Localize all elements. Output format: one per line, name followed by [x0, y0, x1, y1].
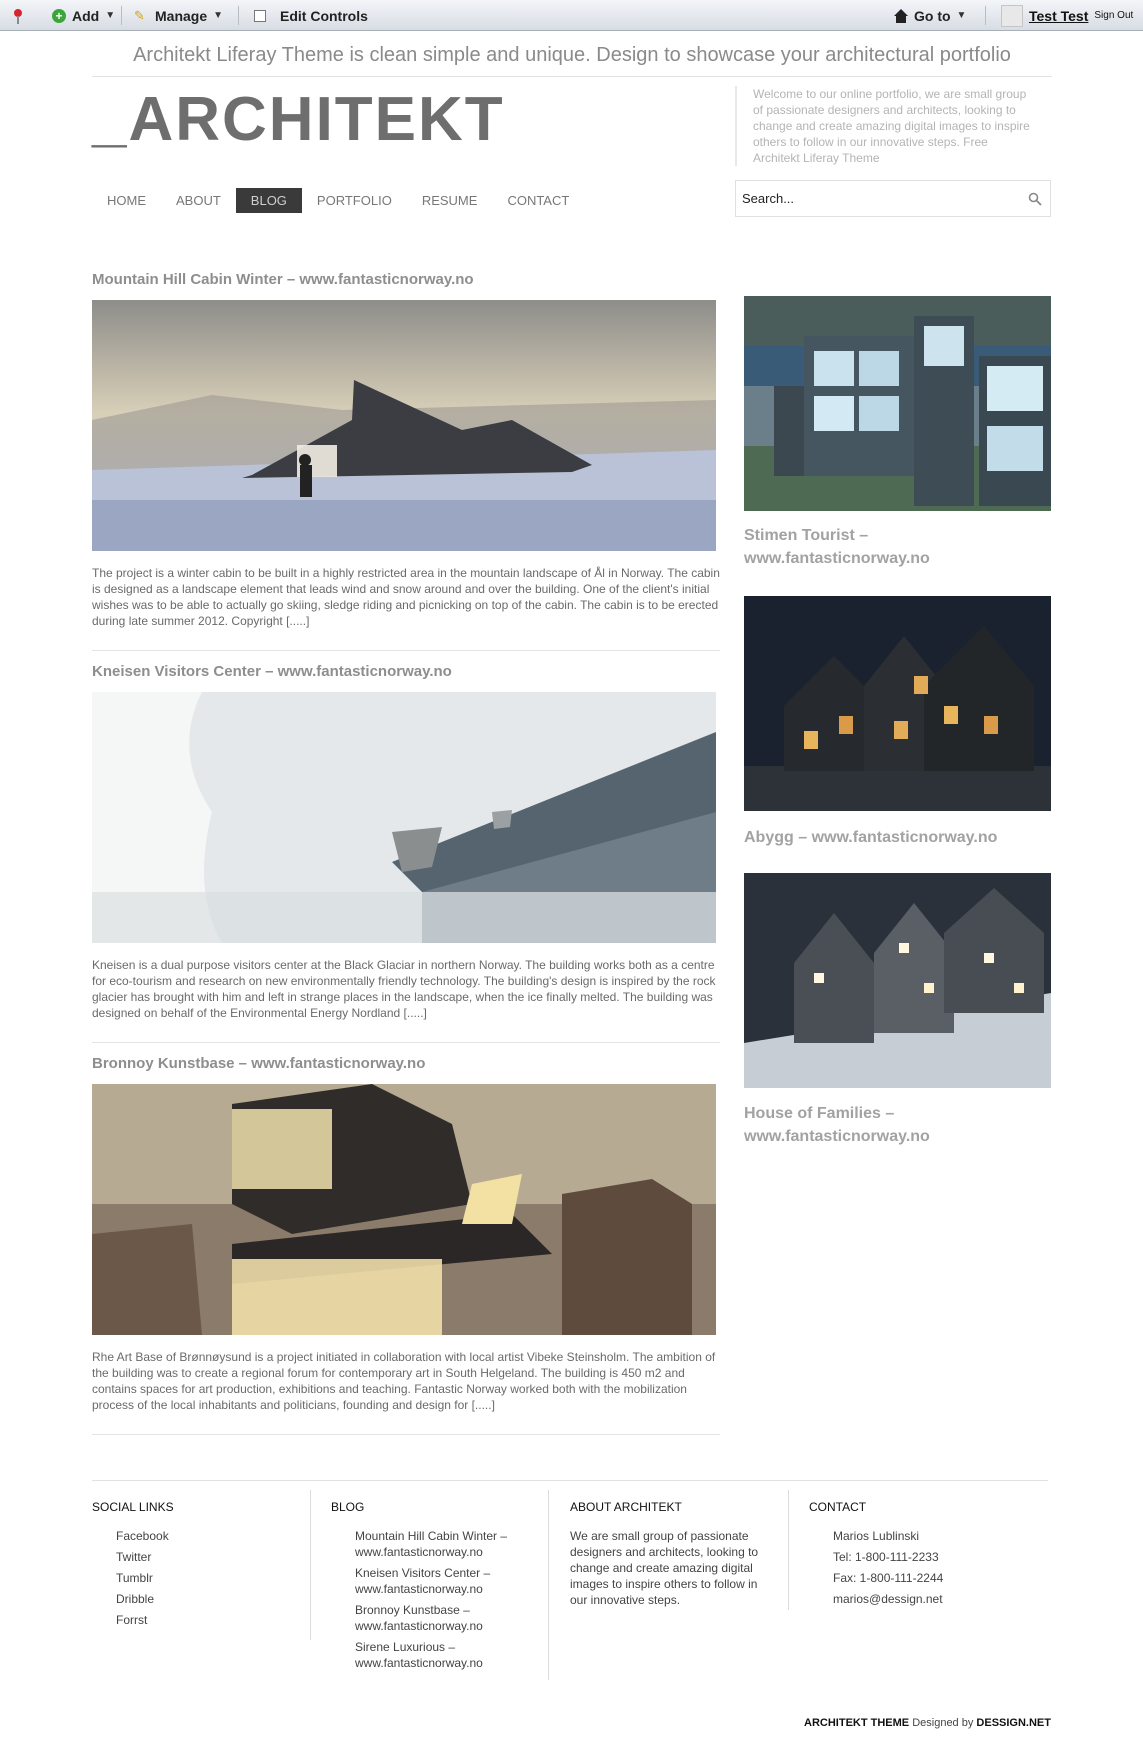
footer-blog-link[interactable]: Mountain Hill Cabin Winter – www.fantast…: [355, 1528, 531, 1560]
manage-label: Manage: [155, 7, 208, 24]
footer-divider: [310, 1490, 311, 1640]
post-title-link[interactable]: Kneisen Visitors Center – www.fantasticn…: [92, 663, 452, 680]
home-icon: [894, 8, 908, 23]
liferay-pin-icon[interactable]: [12, 0, 24, 31]
chevron-down-icon: ▼: [105, 10, 116, 21]
post-image-kneisen[interactable]: [92, 692, 716, 943]
contact-name: Marios Lublinski: [833, 1529, 920, 1543]
post-excerpt: The project is a winter cabin to be buil…: [92, 566, 720, 628]
edit-controls-label: Edit Controls: [280, 7, 368, 24]
sidebar-post-title[interactable]: House of Families – www.fantasticnorway.…: [744, 1102, 1044, 1148]
footer-heading: ABOUT ARCHITEKT: [570, 1500, 682, 1514]
edit-controls-checkbox[interactable]: [254, 9, 266, 22]
footer-rule: [92, 1480, 1048, 1481]
social-link-forrst[interactable]: Forrst: [116, 1612, 302, 1628]
footer-heading: BLOG: [331, 1500, 365, 1514]
search-input[interactable]: [736, 181, 1006, 216]
sidebar-image-abygg[interactable]: [744, 596, 1051, 811]
footer-blog: BLOG Mountain Hill Cabin Winter – www.fa…: [331, 1500, 531, 1676]
post-image-bronnoy[interactable]: [92, 1084, 716, 1335]
chevron-down-icon: ▼: [956, 10, 967, 21]
footer-heading: CONTACT: [809, 1500, 867, 1514]
post-divider: [92, 1434, 720, 1435]
chevron-down-icon: ▼: [213, 10, 224, 21]
nav-item-about[interactable]: ABOUT: [161, 188, 236, 213]
goto-label: Go to: [914, 7, 951, 24]
main-nav: HOME ABOUT BLOG PORTFOLIO RESUME CONTACT: [92, 188, 584, 213]
nav-item-home[interactable]: HOME: [92, 188, 161, 213]
footer-about-text: We are small group of passionate designe…: [570, 1529, 759, 1607]
sidebar-post-title[interactable]: Abygg – www.fantasticnorway.no: [744, 826, 1044, 849]
site-logo[interactable]: _ARCHITEKT: [92, 88, 505, 152]
footer-heading: SOCIAL LINKS: [92, 1500, 174, 1514]
credit-by: Designed by: [912, 1717, 974, 1729]
sidebar-image-house-of-families[interactable]: [744, 873, 1051, 1088]
contact-fax: Fax: 1-800-111-2244: [833, 1571, 944, 1585]
footer-contact: CONTACT Marios Lublinski Tel: 1-800-111-…: [809, 1500, 1029, 1612]
post-divider: [92, 1042, 720, 1043]
add-icon: +: [52, 8, 66, 23]
sidebar-image-stimen[interactable]: [744, 296, 1051, 511]
pencil-icon: ✎: [134, 8, 145, 23]
footer-divider: [548, 1490, 549, 1680]
dockbar: + Add ▼ ✎ Manage ▼ Edit Controls Go to ▼…: [0, 0, 1143, 31]
welcome-text: Welcome to our online portfolio, we are …: [735, 86, 1035, 166]
footer-blog-link[interactable]: Kneisen Visitors Center – www.fantasticn…: [355, 1565, 531, 1597]
footer-blog-link[interactable]: Sirene Luxurious – www.fantasticnorway.n…: [355, 1639, 531, 1671]
divider: [121, 6, 122, 25]
footer-social: SOCIAL LINKS Facebook Twitter Tumblr Dri…: [92, 1500, 302, 1633]
social-link-facebook[interactable]: Facebook: [116, 1528, 302, 1544]
nav-item-contact[interactable]: CONTACT: [492, 188, 584, 213]
post-excerpt: Kneisen is a dual purpose visitors cente…: [92, 958, 716, 1020]
nav-item-blog[interactable]: BLOG: [235, 188, 302, 213]
post-image-cabin[interactable]: [92, 300, 716, 551]
post-divider: [92, 650, 720, 651]
user-menu[interactable]: Test Test Sign Out: [1001, 0, 1133, 31]
footer-credit: ARCHITEKT THEME Designed by DESSIGN.NET: [804, 1717, 1051, 1729]
footer-divider: [788, 1490, 789, 1610]
post-title-link[interactable]: Bronnoy Kunstbase – www.fantasticnorway.…: [92, 1055, 425, 1072]
avatar: [1001, 4, 1023, 27]
site-tagline: Architekt Liferay Theme is clean simple …: [133, 44, 1011, 66]
post-title-link[interactable]: Mountain Hill Cabin Winter – www.fantast…: [92, 271, 474, 288]
divider: [238, 6, 239, 25]
post-excerpt: Rhe Art Base of Brønnøysund is a project…: [92, 1350, 716, 1412]
add-label: Add: [72, 7, 100, 24]
manage-menu[interactable]: ✎ Manage ▼: [134, 0, 223, 31]
nav-item-portfolio[interactable]: PORTFOLIO: [302, 188, 407, 213]
social-link-twitter[interactable]: Twitter: [116, 1549, 302, 1565]
contact-phone: Tel: 1-800-111-2233: [833, 1550, 939, 1564]
add-menu[interactable]: + Add ▼: [52, 0, 115, 31]
header-rule: [92, 76, 1052, 77]
social-link-dribble[interactable]: Dribble: [116, 1591, 302, 1607]
social-link-tumblr[interactable]: Tumblr: [116, 1570, 302, 1586]
footer-blog-link[interactable]: Bronnoy Kunstbase – www.fantasticnorway.…: [355, 1602, 531, 1634]
credit-site-link[interactable]: DESSIGN.NET: [976, 1717, 1051, 1729]
contact-email[interactable]: marios@dessign.net: [833, 1591, 1029, 1607]
search-icon[interactable]: [1028, 192, 1042, 206]
user-name-link[interactable]: Test Test: [1029, 8, 1088, 24]
credit-theme: ARCHITEKT THEME: [804, 1717, 910, 1729]
footer-about: ABOUT ARCHITEKT We are small group of pa…: [570, 1500, 770, 1608]
search-box: [735, 180, 1051, 217]
nav-item-resume[interactable]: RESUME: [407, 188, 493, 213]
goto-menu[interactable]: Go to ▼: [894, 0, 966, 31]
sign-out-link[interactable]: Sign Out: [1094, 10, 1133, 21]
sidebar-post-title[interactable]: Stimen Tourist – www.fantasticnorway.no: [744, 524, 1044, 570]
divider: [985, 6, 986, 25]
edit-controls-toggle[interactable]: Edit Controls: [254, 0, 368, 31]
